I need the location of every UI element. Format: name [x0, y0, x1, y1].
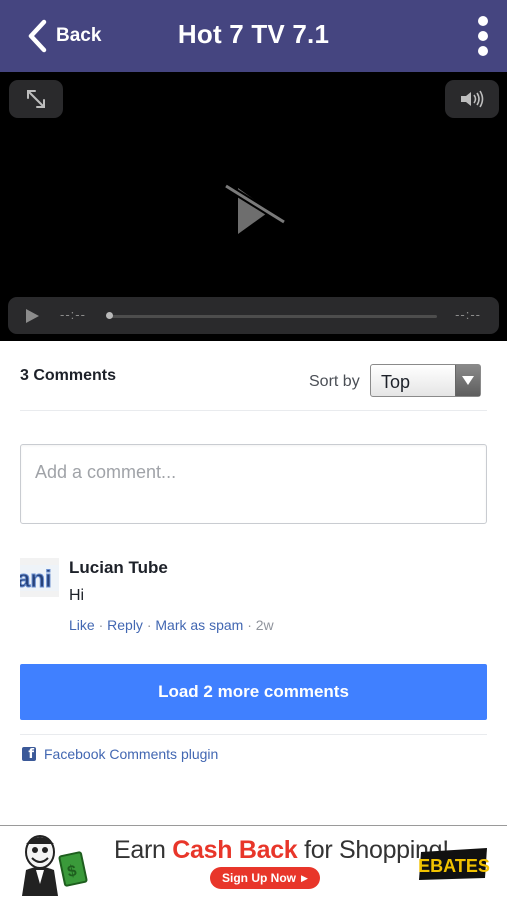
svg-text:ani: ani [20, 566, 52, 593]
brand-name: EBATES [418, 856, 490, 876]
play-arrow-icon: ▶ [301, 872, 308, 883]
current-time: --:-- [60, 307, 86, 322]
ad-headline-highlight: Cash Back [172, 836, 298, 864]
comment-author[interactable]: Lucian Tube [69, 558, 168, 578]
mascot-icon: $ [22, 835, 88, 896]
avatar[interactable]: ani [20, 558, 59, 597]
dropdown-arrow [455, 365, 480, 396]
plugin-label: Facebook Comments plugin [44, 746, 219, 762]
sort-selected-value: Top [381, 372, 411, 392]
ad-signup-button[interactable]: Sign Up Now ▶ [210, 867, 320, 889]
comment-timestamp: 2w [255, 617, 274, 633]
separator: · [247, 617, 252, 633]
nav-bar: Back Hot 7 TV 7.1 [0, 0, 507, 72]
sort-label: Sort by [309, 373, 360, 390]
volume-button[interactable] [445, 80, 499, 118]
comment-input[interactable] [33, 461, 467, 484]
more-options-icon[interactable] [477, 16, 489, 56]
brand-logo: EBATES [418, 848, 490, 880]
ad-cta-label: Sign Up Now [222, 871, 296, 885]
reply-link[interactable]: Reply [107, 617, 143, 633]
sort-dropdown[interactable]: Top [370, 364, 481, 397]
like-link[interactable]: Like [69, 617, 95, 633]
video-player[interactable]: --:-- --:-- [0, 72, 507, 341]
comment-actions: Like · Reply · Mark as spam · 2w [69, 617, 274, 633]
speaker-icon [461, 90, 484, 108]
divider [20, 410, 487, 411]
load-more-comments-button[interactable]: Load 2 more comments [20, 664, 487, 720]
comment-count: 3 Comments [20, 367, 117, 384]
facebook-plugin-link[interactable]: f Facebook Comments plugin [22, 746, 218, 762]
ad-headline: Earn Cash Back for Shopping! [114, 836, 449, 865]
page-title: Hot 7 TV 7.1 [177, 19, 330, 49]
comment-composer[interactable] [20, 444, 487, 524]
seek-handle[interactable] [106, 312, 113, 319]
seek-track[interactable] [108, 315, 437, 318]
avatar-image: ani [20, 558, 59, 597]
ad-headline-pre: Earn [114, 836, 173, 864]
fullscreen-button[interactable] [9, 80, 63, 118]
player-controls: --:-- --:-- [8, 297, 499, 334]
separator: · [146, 617, 152, 633]
play-icon[interactable] [25, 308, 41, 324]
chevron-down-icon [462, 376, 474, 385]
play-disabled-icon[interactable] [222, 180, 286, 242]
separator: · [98, 617, 104, 633]
ad-banner[interactable]: $ Earn Cash Back for Shopping! Sign Up N… [0, 825, 507, 901]
facebook-icon: f [22, 747, 36, 762]
comment-text: Hi [69, 587, 85, 604]
expand-icon [27, 90, 45, 108]
mark-as-spam-link[interactable]: Mark as spam [155, 617, 243, 633]
duration: --:-- [455, 307, 481, 322]
divider [20, 734, 487, 735]
